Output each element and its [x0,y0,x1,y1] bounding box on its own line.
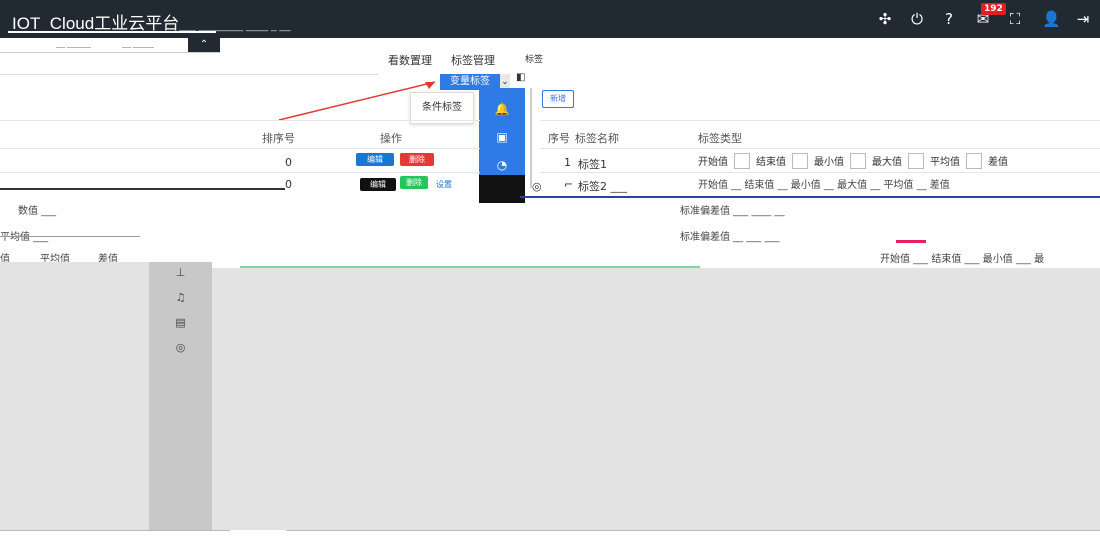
row1-seq: 1 [564,156,571,169]
col-ops: 操作 [380,132,402,145]
row1-types: 开始值 结束值 最小值 最大值 平均值 差值 [698,153,1008,169]
header-underline [8,31,216,33]
type-start[interactable]: 开始值 [698,180,728,191]
logout-icon[interactable]: ⇥ [1074,10,1092,28]
type-max[interactable]: 最大值 [872,153,902,169]
checkbox[interactable] [792,153,808,169]
row1-sort: 0 [285,156,292,169]
row2-seq: ⌐ [564,178,574,191]
tab-data-mgmt[interactable]: 看数置理 [388,52,432,68]
mail-badge: 192 [981,3,1006,15]
bell-icon[interactable]: 🔔 [479,102,525,116]
glitch-row-1: 数值 ___ [18,206,57,217]
glitch-row-6: 开始值 ___ 结束值 ___ 最小值 ___ 最 [880,254,1045,265]
right-table-top [540,120,1100,121]
tab-tag[interactable]: 标签 [525,52,543,65]
glitch-band [896,240,926,243]
server-icon[interactable]: ▣ [479,130,525,144]
puzzle-icon[interactable]: ✣ [876,10,894,28]
subbar-item-a[interactable]: ___ ________ [56,41,91,48]
edit-button[interactable]: 编辑 [360,178,396,191]
power-icon[interactable]: ⏻ [908,10,926,28]
type-diff[interactable]: 差值 [988,153,1008,169]
col-type: 标签类型 [698,132,742,145]
bottom-border [286,530,1100,531]
type-max[interactable]: 最大值 [837,180,867,191]
user-icon[interactable]: 👤 [1042,10,1061,28]
glitch-row-5: 标准偏差值 __ ___ ___ [680,232,780,243]
row1-name: 标签1 [578,158,607,171]
col-sort: 排序号 [262,132,295,145]
row2-sort: 0 [285,178,292,191]
add-button[interactable]: 新增 [542,90,574,108]
bell-icon[interactable]: ♫ [149,291,212,304]
type-diff[interactable]: 差值 [930,180,950,191]
checkbox[interactable] [908,153,924,169]
subbar [0,38,220,53]
settings-button[interactable]: 设置 [432,178,456,191]
bottom-border [0,530,230,531]
main-content-overlay [212,268,1100,530]
type-start[interactable]: 开始值 [698,153,728,169]
black-block [479,175,525,203]
row2-name: 标签2 ___ [578,180,627,193]
type-avg[interactable]: 平均值 [883,180,913,191]
type-min[interactable]: 最小值 [814,153,844,169]
arrow-head [425,82,435,89]
edit-button[interactable]: 编辑 [356,153,394,166]
left-sidebar-collapsed: ⊥ ♫ ▤ ◎ [149,262,212,530]
layers-icon[interactable]: ◎ [532,180,542,193]
server-icon[interactable]: ▤ [149,316,212,329]
right-row-border [540,172,1100,173]
glitch-line [0,188,285,190]
glitch-line [0,236,140,237]
panel-divider [530,88,532,188]
type-min[interactable]: 最小值 [791,180,821,191]
type-end[interactable]: 结束值 [744,180,774,191]
dashboard-icon[interactable]: ◔ [479,158,525,172]
row2-types: 开始值 __ 结束值 __ 最小值 __ 最大值 __ 平均值 __ 差值 [698,180,950,191]
pin-icon[interactable]: ◧ [516,72,530,88]
help-icon[interactable]: ? [940,10,958,28]
col-seq: 序号 [548,132,570,145]
tab-tag-mgmt[interactable]: 标签管理 [451,52,495,68]
checkbox[interactable] [734,153,750,169]
fullscreen-icon[interactable]: ⛶ [1006,10,1024,28]
collapse-button[interactable]: ⌃ [188,38,220,52]
left-content-overlay [0,262,149,530]
glitch-row-4: 标准偏差值 ___ ____ __ [680,206,785,217]
glitch-band [520,196,1100,198]
pin-icon[interactable]: ⊥ [149,266,212,279]
subbar-item-b[interactable]: ___ _______ [122,41,154,48]
type-end[interactable]: 结束值 [756,153,786,169]
delete-button[interactable]: 删除 [400,153,434,166]
checkbox[interactable] [966,153,982,169]
dropdown-item-condition-tag[interactable]: 条件标签 [422,102,462,113]
divider [0,74,378,75]
table-top-border [0,120,480,121]
checkbox[interactable] [850,153,866,169]
right-row-border [540,148,1100,149]
layers-icon[interactable]: ◎ [149,341,212,354]
col-name: 标签名称 [575,132,619,145]
type-avg[interactable]: 平均值 [930,153,960,169]
table-row-border [0,148,480,149]
table-row-border [0,172,480,173]
delete-button[interactable]: 删除 [400,176,428,189]
